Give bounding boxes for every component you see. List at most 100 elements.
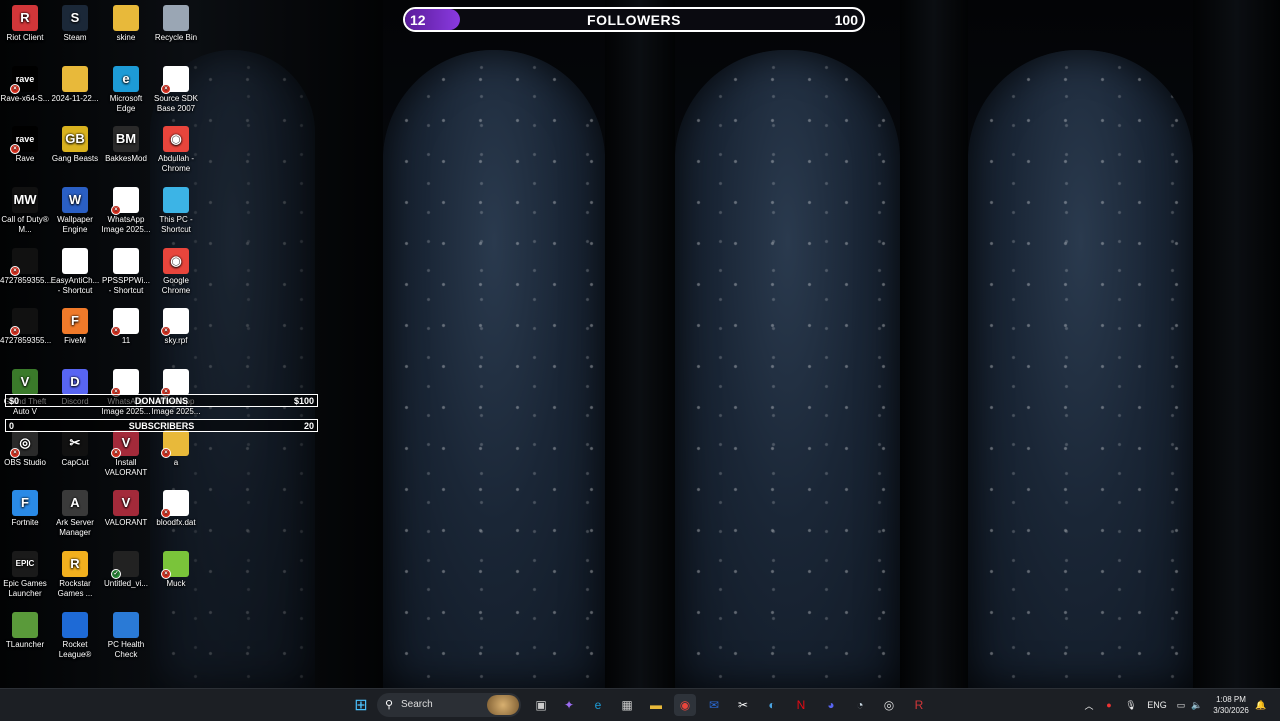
desktop-icon[interactable]: EasyAntiCh... - Shortcut: [50, 248, 100, 296]
app-icon: [163, 5, 189, 31]
error-badge-icon: ×: [161, 508, 171, 518]
volume-icon[interactable]: 🔈: [1190, 689, 1204, 721]
desktop-icon[interactable]: × 11: [101, 308, 151, 346]
desktop-icon[interactable]: × sky.rpf: [151, 308, 201, 346]
task-view-icon[interactable]: ▣: [530, 694, 552, 716]
discord-icon[interactable]: ◕: [820, 694, 842, 716]
app-icon: [113, 248, 139, 274]
desktop-icon[interactable]: ◉ Abdullah - Chrome: [151, 126, 201, 174]
desktop-icon[interactable]: ✂ CapCut: [50, 430, 100, 468]
store-icon[interactable]: ▦: [616, 694, 638, 716]
desktop-icon[interactable]: e Microsoft Edge: [101, 66, 151, 114]
app-icon: ×: [161, 490, 189, 518]
outlook-icon[interactable]: ✉: [703, 694, 725, 716]
desktop-icon[interactable]: A Ark Server Manager: [50, 490, 100, 538]
desktop-icon[interactable]: F FiveM: [50, 308, 100, 346]
taskbar-search[interactable]: ⚲ Search: [377, 693, 521, 717]
language-indicator[interactable]: ENG: [1144, 689, 1170, 721]
search-icon: ⚲: [385, 699, 394, 711]
desktop-icon[interactable]: ✓ Untitled_vi...: [101, 551, 151, 589]
desktop-icon[interactable]: MW Call of Duty® M...: [0, 187, 50, 235]
followers-title: FOLLOWERS: [587, 12, 681, 28]
app-icon: [62, 612, 88, 638]
desktop-icon[interactable]: ×WhatsApp Image 2025...: [101, 187, 151, 235]
app-icon: W: [62, 187, 88, 213]
network-icon[interactable]: ▭: [1174, 689, 1188, 721]
desktop-icon-label: OBS Studio: [4, 458, 46, 467]
desktop-icon[interactable]: V × Install VALORANT: [101, 430, 151, 478]
steam-like-icon[interactable]: ◐: [761, 694, 783, 716]
desktop-icon-label: Google Chrome: [161, 276, 191, 295]
desktop-icon[interactable]: ×WhatsApp Image 2025...: [151, 369, 201, 417]
app-icon: ×: [161, 430, 189, 458]
desktop-icon-label: Rocket League®: [58, 640, 92, 659]
app-icon: rave ×: [10, 66, 38, 94]
app-icon: ×: [161, 308, 189, 336]
desktop-icon-label: PPSSPPWi... - Shortcut: [101, 276, 150, 295]
desktop-icon[interactable]: Recycle Bin: [151, 5, 201, 43]
desktop-icon[interactable]: Rocket League®: [50, 612, 100, 660]
netflix-icon[interactable]: N: [790, 694, 812, 716]
desktop-icon[interactable]: TLauncher: [0, 612, 50, 650]
desktop-icon-label: Fortnite: [11, 518, 39, 527]
chevron-up-icon[interactable]: ︿: [1082, 689, 1096, 721]
desktop-icon[interactable]: skine: [101, 5, 151, 43]
error-badge-icon: ×: [10, 448, 20, 458]
wallpaper-arch: [968, 50, 1193, 688]
desktop-icon-label: Steam: [63, 33, 87, 42]
desktop-icon[interactable]: GB Gang Beasts: [50, 126, 100, 164]
desktop-icon[interactable]: rave × Rave: [0, 126, 50, 164]
search-label: Search: [401, 699, 433, 710]
copilot-icon[interactable]: ✦: [558, 694, 580, 716]
edge-icon[interactable]: e: [587, 694, 609, 716]
desktop-icon-label: 4727859355...: [0, 336, 52, 345]
desktop-icon[interactable]: × bloodfx.dat: [151, 490, 201, 528]
desktop-icon[interactable]: EPIC Epic Games Launcher: [0, 551, 50, 599]
desktop-icon[interactable]: × a: [151, 430, 201, 468]
app-icon: ✓: [111, 551, 139, 579]
desktop-icon-label: TLauncher: [5, 640, 45, 649]
desktop-icon[interactable]: × 4727859355...: [0, 248, 51, 286]
desktop-icon[interactable]: × 4727859355...: [0, 308, 52, 346]
app-icon: V: [113, 490, 139, 516]
desktop-icon[interactable]: ×WhatsApp Image 2025...: [101, 369, 151, 417]
desktop-icon-label: Wallpaper Engine: [57, 215, 93, 234]
microphone-icon[interactable]: 🎙: [1124, 689, 1138, 721]
desktop-icon[interactable]: × Muck: [151, 551, 201, 589]
desktop-icon[interactable]: × Source SDK Base 2007: [151, 66, 201, 114]
desktop-icon-label: Muck: [166, 579, 186, 588]
desktop-icon[interactable]: V VALORANT: [101, 490, 151, 528]
desktop-icon[interactable]: F Fortnite: [0, 490, 50, 528]
windows-start-icon[interactable]: ⊞: [350, 694, 372, 716]
desktop-icon-label: Rave: [15, 154, 35, 163]
desktop-icon[interactable]: BM BakkesMod: [101, 126, 151, 164]
desktop-icon[interactable]: R Riot Client: [0, 5, 50, 43]
app-icon: ×: [161, 551, 189, 579]
desktop-icon[interactable]: R Rockstar Games ...: [50, 551, 100, 599]
app-icon: ✂: [62, 430, 88, 456]
desktop-icon[interactable]: 2024-11-22...: [50, 66, 100, 104]
desktop-icon[interactable]: ◉ Google Chrome: [151, 248, 201, 296]
desktop-icon[interactable]: ◎ × OBS Studio: [0, 430, 50, 468]
clock[interactable]: 1:08 PM 3/30/2026: [1210, 694, 1252, 716]
desktop-icon[interactable]: This PC - Shortcut: [151, 187, 201, 235]
notification-bell-icon[interactable]: 🔔: [1254, 689, 1268, 721]
desktop-icon[interactable]: PC Health Check: [101, 612, 151, 660]
desktop-icon[interactable]: W Wallpaper Engine: [50, 187, 100, 235]
error-badge-icon: ×: [161, 326, 171, 336]
error-badge-icon: ×: [111, 448, 121, 458]
app-icon: A: [62, 490, 88, 516]
desktop-icon-label: a: [173, 458, 179, 467]
desktop-icon[interactable]: rave × Rave-x64-S...: [0, 66, 50, 104]
desktop-icon[interactable]: PPSSPPWi... - Shortcut: [101, 248, 151, 296]
steam-icon[interactable]: ◔: [849, 694, 871, 716]
obs-icon[interactable]: ◎: [878, 694, 900, 716]
file-explorer-icon[interactable]: ▬: [645, 694, 667, 716]
capcut-icon[interactable]: ✂: [732, 694, 754, 716]
desktop-icon[interactable]: S Steam: [50, 5, 100, 43]
riot-tray-icon[interactable]: ●: [1102, 689, 1116, 721]
chrome-icon[interactable]: ◉: [674, 694, 696, 716]
desktop-icon[interactable]: VGrand Theft Auto V: [0, 369, 50, 417]
wallpaper-pillar: [900, 0, 968, 688]
riot-icon[interactable]: R: [908, 694, 930, 716]
